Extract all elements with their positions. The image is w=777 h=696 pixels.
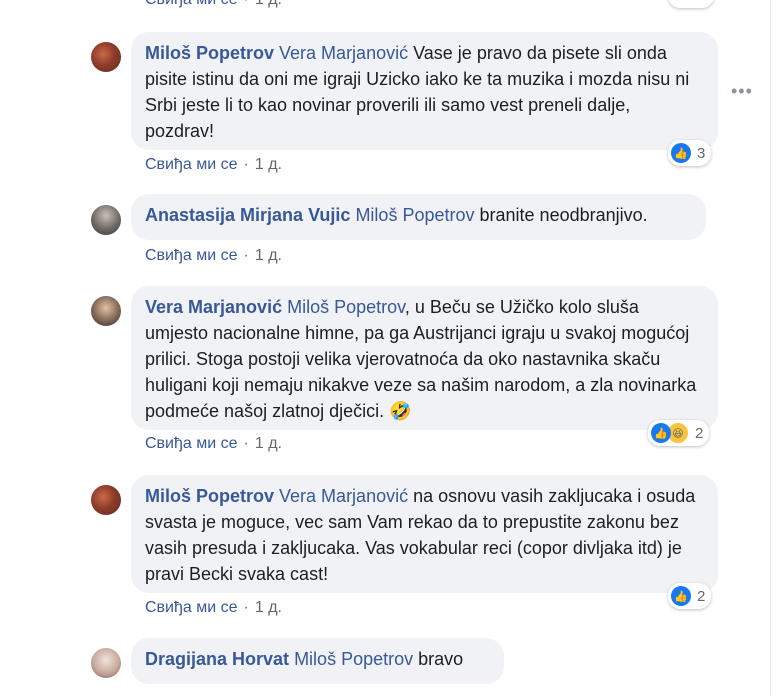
reaction-summary[interactable]: 👍 2 — [668, 583, 712, 609]
comment-mention[interactable]: Vera Marjanović — [279, 43, 408, 63]
comment-bubble: Anastasija Mirjana Vujic Miloš Popetrov … — [131, 194, 706, 240]
comment-author[interactable]: Miloš Popetrov — [145, 486, 274, 506]
like-link[interactable]: Свиђа ми се — [145, 0, 238, 8]
comment-actions: Свиђа ми се · 1 д. — [145, 435, 282, 452]
avatar[interactable] — [91, 485, 121, 515]
comment-text: bravo — [418, 649, 464, 669]
reaction-summary[interactable]: 👍 3 — [668, 140, 712, 166]
comment-time[interactable]: 1 д. — [255, 435, 282, 452]
reaction-count: 2 — [695, 424, 704, 442]
comment-author[interactable]: Vera Marjanović — [145, 297, 282, 317]
comment-actions: Свиђа ми се · 1 д. — [145, 156, 282, 173]
reaction-summary[interactable]: 👍 😆 2 — [648, 420, 710, 446]
more-options-icon[interactable]: ••• — [731, 82, 753, 100]
reaction-summary[interactable] — [668, 0, 714, 8]
avatar[interactable] — [91, 648, 121, 678]
comment-actions: Свиђа ми се · 1 д. — [145, 247, 282, 264]
comment-time[interactable]: 1 д. — [255, 599, 282, 616]
comment-bubble: Vera Marjanović Miloš Popetrov, u Beču s… — [131, 286, 718, 430]
like-icon: 👍 — [651, 423, 671, 443]
comment-time[interactable]: 1 д. — [255, 0, 282, 8]
comment-author[interactable]: Anastasija Mirjana Vujic — [145, 205, 350, 225]
comment-time[interactable]: 1 д. — [255, 156, 282, 173]
avatar[interactable] — [91, 42, 121, 72]
reaction-count: 3 — [697, 144, 706, 162]
comment-actions: Свиђа ми се · 1 д. — [145, 599, 282, 616]
comment-bubble: Dragijana Horvat Miloš Popetrov bravo — [131, 638, 504, 684]
comment-mention[interactable]: Miloš Popetrov — [294, 649, 413, 669]
comment-actions-partial: Свиђа ми се·1 д. — [145, 0, 282, 10]
comment-mention[interactable]: Vera Marjanović — [279, 486, 408, 506]
like-link[interactable]: Свиђа ми се — [145, 156, 238, 173]
avatar[interactable] — [91, 205, 121, 235]
reaction-count: 2 — [697, 587, 706, 605]
comment-mention[interactable]: Miloš Popetrov — [355, 205, 474, 225]
comment-mention[interactable]: Miloš Popetrov — [287, 297, 405, 317]
rofl-emoji: 🤣 — [389, 401, 412, 421]
like-link[interactable]: Свиђа ми се — [145, 599, 238, 616]
like-link[interactable]: Свиђа ми се — [145, 247, 238, 264]
like-link[interactable]: Свиђа ми се — [145, 435, 238, 452]
comment-text: branite neodbranjivo. — [479, 205, 648, 225]
comment-time[interactable]: 1 д. — [255, 247, 282, 264]
comment-bubble: Miloš Popetrov Vera Marjanović na osnovu… — [131, 475, 718, 593]
scrollbar[interactable] — [770, 0, 777, 696]
avatar[interactable] — [91, 296, 121, 326]
like-icon: 👍 — [671, 586, 691, 606]
comment-author[interactable]: Miloš Popetrov — [145, 43, 274, 63]
comment-author[interactable]: Dragijana Horvat — [145, 649, 289, 669]
like-icon: 👍 — [671, 143, 691, 163]
comment-bubble: Miloš Popetrov Vera Marjanović Vase je p… — [131, 32, 718, 150]
